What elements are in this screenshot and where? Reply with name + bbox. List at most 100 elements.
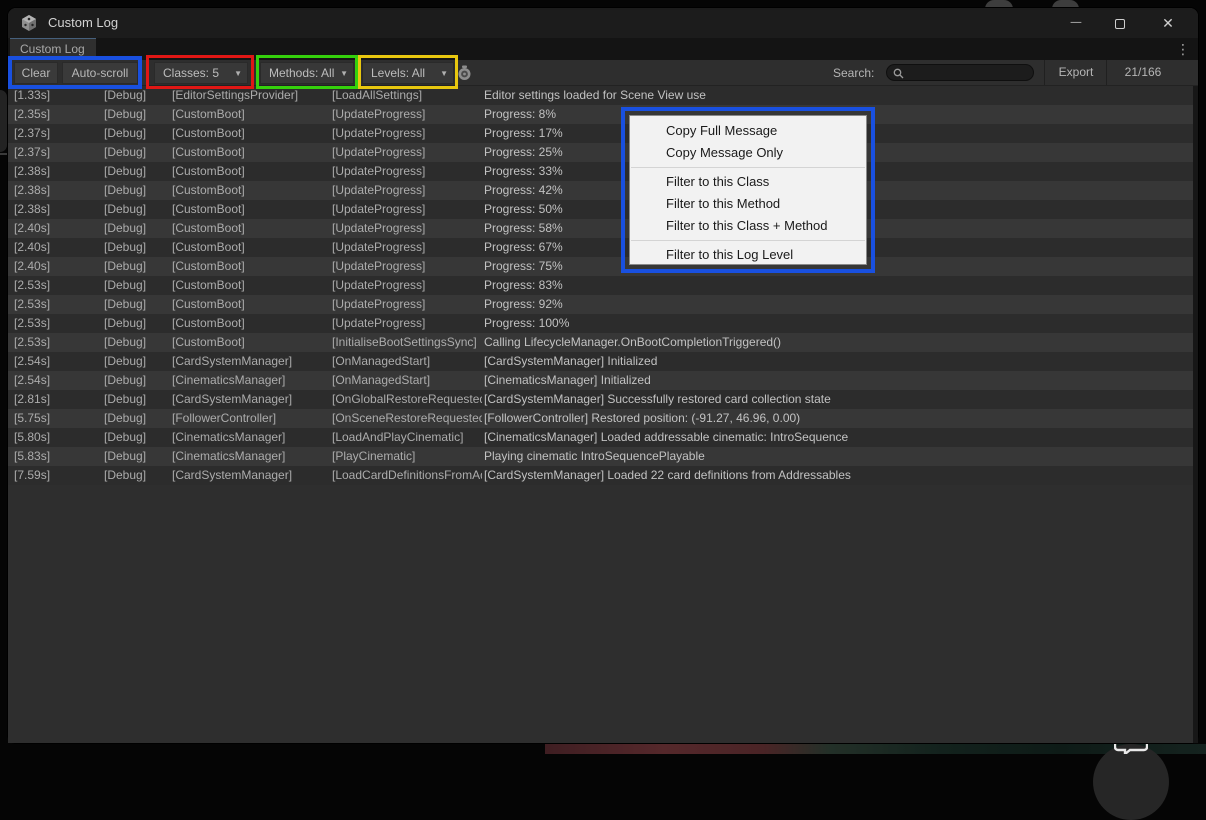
- scrollbar[interactable]: [1193, 86, 1198, 743]
- log-row[interactable]: [2.40s][Debug][CustomBoot][UpdateProgres…: [8, 257, 1193, 276]
- log-time: [2.38s]: [14, 181, 102, 200]
- log-level: [Debug]: [104, 200, 170, 219]
- log-message: Progress: 100%: [484, 314, 1189, 333]
- close-button[interactable]: ✕: [1146, 8, 1190, 38]
- log-time: [5.75s]: [14, 409, 102, 428]
- search-box[interactable]: [886, 64, 1034, 81]
- log-method: [InitialiseBootSettingsSync]: [332, 333, 482, 352]
- background-shape: [0, 90, 7, 152]
- log-method: [UpdateProgress]: [332, 181, 482, 200]
- menu-separator: [631, 240, 865, 241]
- log-method: [UpdateProgress]: [332, 314, 482, 333]
- log-level: [Debug]: [104, 447, 170, 466]
- log-row[interactable]: [2.35s][Debug][CustomBoot][UpdateProgres…: [8, 105, 1193, 124]
- log-row[interactable]: [2.54s][Debug][CardSystemManager][OnMana…: [8, 352, 1193, 371]
- tab-bar: Custom Log ⋮: [8, 38, 1198, 60]
- search-label: Search:: [833, 66, 874, 80]
- log-time: [2.40s]: [14, 257, 102, 276]
- log-time: [2.40s]: [14, 219, 102, 238]
- log-class: [CinematicsManager]: [172, 428, 330, 447]
- log-message: [CardSystemManager] Initialized: [484, 352, 1189, 371]
- menu-item-filter-to-this-class-method[interactable]: Filter to this Class + Method: [630, 215, 866, 237]
- log-row[interactable]: [2.37s][Debug][CustomBoot][UpdateProgres…: [8, 124, 1193, 143]
- menu-item-filter-to-this-method[interactable]: Filter to this Method: [630, 193, 866, 215]
- log-method: [UpdateProgress]: [332, 295, 482, 314]
- menu-item-copy-message-only[interactable]: Copy Message Only: [630, 142, 866, 164]
- log-level: [Debug]: [104, 219, 170, 238]
- log-row[interactable]: [2.38s][Debug][CustomBoot][UpdateProgres…: [8, 162, 1193, 181]
- clear-button[interactable]: Clear: [14, 62, 58, 84]
- log-row[interactable]: [2.40s][Debug][CustomBoot][UpdateProgres…: [8, 238, 1193, 257]
- log-class: [CustomBoot]: [172, 314, 330, 333]
- kebab-menu-icon[interactable]: ⋮: [1176, 40, 1190, 58]
- log-level: [Debug]: [104, 276, 170, 295]
- log-class: [CardSystemManager]: [172, 466, 330, 485]
- log-time: [2.35s]: [14, 105, 102, 124]
- log-class: [CustomBoot]: [172, 295, 330, 314]
- log-message: Editor settings loaded for Scene View us…: [484, 86, 1189, 105]
- log-class: [CustomBoot]: [172, 219, 330, 238]
- log-row[interactable]: [2.53s][Debug][CustomBoot][InitialiseBoo…: [8, 333, 1193, 352]
- log-time: [5.80s]: [14, 428, 102, 447]
- settings-icon[interactable]: [456, 64, 473, 81]
- log-row[interactable]: [2.53s][Debug][CustomBoot][UpdateProgres…: [8, 295, 1193, 314]
- menu-separator: [631, 167, 865, 168]
- log-class: [CinematicsManager]: [172, 371, 330, 390]
- log-row[interactable]: [5.75s][Debug][FollowerController][OnSce…: [8, 409, 1193, 428]
- search-input[interactable]: [909, 65, 1029, 80]
- log-row[interactable]: [1.33s][Debug][EditorSettingsProvider][L…: [8, 86, 1193, 105]
- autoscroll-button[interactable]: Auto-scroll: [62, 62, 138, 84]
- menu-item-filter-to-this-log-level[interactable]: Filter to this Log Level: [630, 244, 866, 266]
- log-row[interactable]: [2.53s][Debug][CustomBoot][UpdateProgres…: [8, 314, 1193, 333]
- log-row[interactable]: [2.81s][Debug][CardSystemManager][OnGlob…: [8, 390, 1193, 409]
- log-row[interactable]: [2.38s][Debug][CustomBoot][UpdateProgres…: [8, 200, 1193, 219]
- log-method: [UpdateProgress]: [332, 257, 482, 276]
- menu-item-copy-full-message[interactable]: Copy Full Message: [630, 120, 866, 142]
- methods-dropdown-label: Methods: All: [269, 66, 334, 80]
- log-row[interactable]: [2.37s][Debug][CustomBoot][UpdateProgres…: [8, 143, 1193, 162]
- maximize-button[interactable]: [1098, 8, 1142, 38]
- log-time: [2.40s]: [14, 238, 102, 257]
- log-level: [Debug]: [104, 409, 170, 428]
- log-method: [PlayCinematic]: [332, 447, 482, 466]
- log-class: [CustomBoot]: [172, 124, 330, 143]
- log-method: [UpdateProgress]: [332, 162, 482, 181]
- tab-custom-log[interactable]: Custom Log: [10, 38, 96, 60]
- log-method: [LoadAndPlayCinematic]: [332, 428, 482, 447]
- log-list[interactable]: [1.33s] [Debug] [EditorSettingsProvider] [L…: [8, 86, 1193, 743]
- export-button[interactable]: Export: [1048, 60, 1104, 85]
- log-row[interactable]: [2.38s][Debug][CustomBoot][UpdateProgres…: [8, 181, 1193, 200]
- log-time: [2.54s]: [14, 352, 102, 371]
- log-message: [CardSystemManager] Successfully restore…: [484, 390, 1189, 409]
- log-message: [CinematicsManager] Loaded addressable c…: [484, 428, 1189, 447]
- log-class: [EditorSettingsProvider]: [172, 86, 330, 105]
- log-class: [CustomBoot]: [172, 181, 330, 200]
- log-row[interactable]: [5.80s][Debug][CinematicsManager][LoadAn…: [8, 428, 1193, 447]
- log-level: [Debug]: [104, 371, 170, 390]
- log-message: [FollowerController] Restored position: …: [484, 409, 1189, 428]
- chevron-down-icon: ▼: [340, 63, 348, 84]
- log-row[interactable]: [2.53s][Debug][CustomBoot][UpdateProgres…: [8, 276, 1193, 295]
- log-method: [UpdateProgress]: [332, 200, 482, 219]
- log-method: [OnGlobalRestoreRequested]: [332, 390, 482, 409]
- methods-dropdown[interactable]: Methods: All ▼: [260, 62, 354, 84]
- menu-item-filter-to-this-class[interactable]: Filter to this Class: [630, 171, 866, 193]
- log-row[interactable]: [7.59s][Debug][CardSystemManager][LoadCa…: [8, 466, 1193, 485]
- title-bar[interactable]: Custom Log ─ ✕: [8, 8, 1198, 38]
- unity-package-icon: [20, 14, 38, 32]
- log-message: Progress: 92%: [484, 295, 1189, 314]
- log-class: [CinematicsManager]: [172, 447, 330, 466]
- minimize-button[interactable]: ─: [1054, 8, 1098, 38]
- log-row[interactable]: [2.40s][Debug][CustomBoot][UpdateProgres…: [8, 219, 1193, 238]
- log-message: [CinematicsManager] Initialized: [484, 371, 1189, 390]
- log-time: [2.38s]: [14, 200, 102, 219]
- levels-dropdown[interactable]: Levels: All ▼: [362, 62, 454, 84]
- log-level: [Debug]: [104, 466, 170, 485]
- log-row[interactable]: [2.54s][Debug][CinematicsManager][OnMana…: [8, 371, 1193, 390]
- log-row[interactable]: [5.83s][Debug][CinematicsManager][PlayCi…: [8, 447, 1193, 466]
- log-method: [LoadCardDefinitionsFromAddressables]: [332, 466, 482, 485]
- log-time: [1.33s]: [14, 86, 102, 105]
- log-level: [Debug]: [104, 238, 170, 257]
- log-level: [Debug]: [104, 352, 170, 371]
- classes-dropdown[interactable]: Classes: 5 ▼: [154, 62, 248, 84]
